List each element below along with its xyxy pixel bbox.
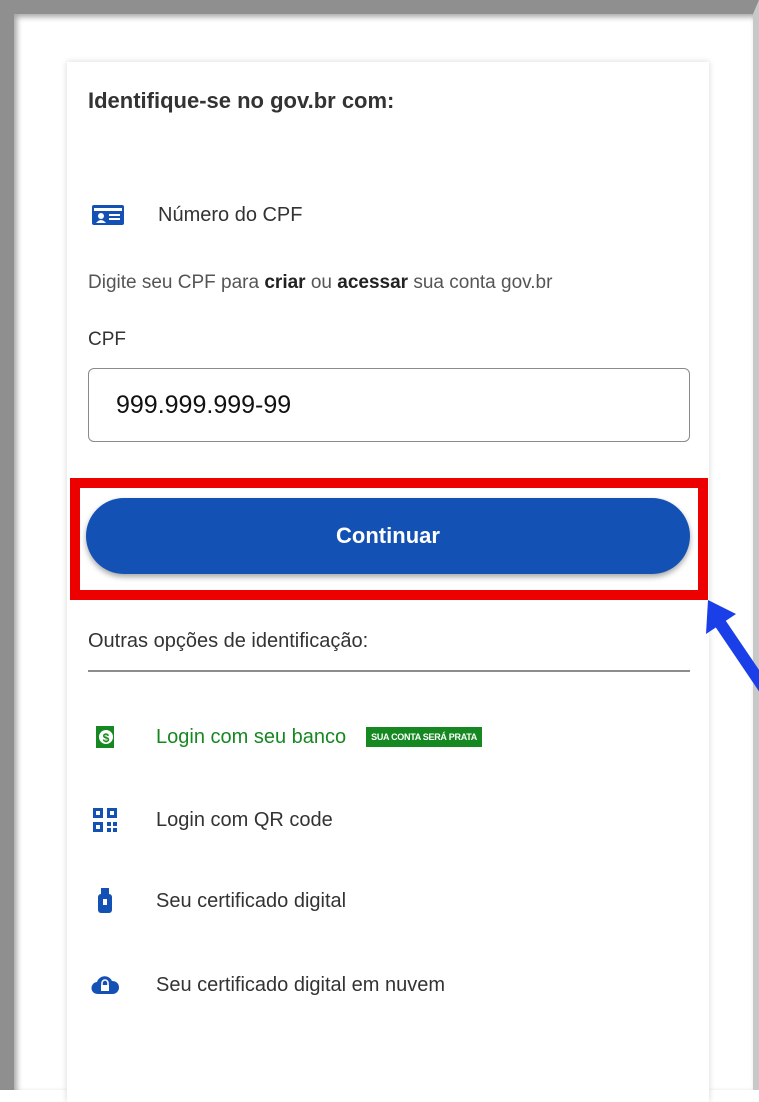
silver-account-badge: SUA CONTA SERÁ PRATA (366, 727, 482, 747)
continue-button[interactable]: Continuar (86, 498, 690, 574)
pointer-arrow (700, 596, 759, 696)
qr-code-icon (90, 805, 120, 835)
cloud-certificate-option[interactable]: Seu certificado digital em nuvem (90, 970, 445, 1000)
instructions-text: Digite seu CPF para criar ou acessar sua… (88, 272, 553, 293)
cloud-lock-icon (90, 970, 120, 1000)
cpf-option[interactable]: Número do CPF (92, 203, 303, 227)
digital-certificate-label: Seu certificado digital (156, 889, 347, 912)
digital-certificate-option[interactable]: Seu certificado digital (90, 886, 346, 916)
cpf-input[interactable] (88, 368, 690, 442)
cpf-field-label: CPF (88, 329, 126, 350)
login-bank-label: Login com seu banco (156, 725, 347, 748)
login-qr-label: Login com QR code (156, 808, 333, 831)
svg-text:$: $ (103, 731, 110, 745)
usb-token-icon (90, 886, 120, 916)
id-card-icon (92, 203, 124, 227)
login-qr-option[interactable]: Login com QR code (90, 805, 333, 835)
bank-money-icon: $ (90, 722, 120, 752)
cloud-certificate-label: Seu certificado digital em nuvem (156, 973, 446, 996)
page-title: Identifique-se no gov.br com: (88, 88, 395, 113)
login-bank-option[interactable]: $ Login com seu banco SUA CONTA SERÁ PRA… (90, 722, 482, 752)
other-options-title: Outras opções de identificação: (88, 630, 369, 652)
divider (88, 670, 690, 672)
cpf-option-label: Número do CPF (158, 203, 303, 226)
